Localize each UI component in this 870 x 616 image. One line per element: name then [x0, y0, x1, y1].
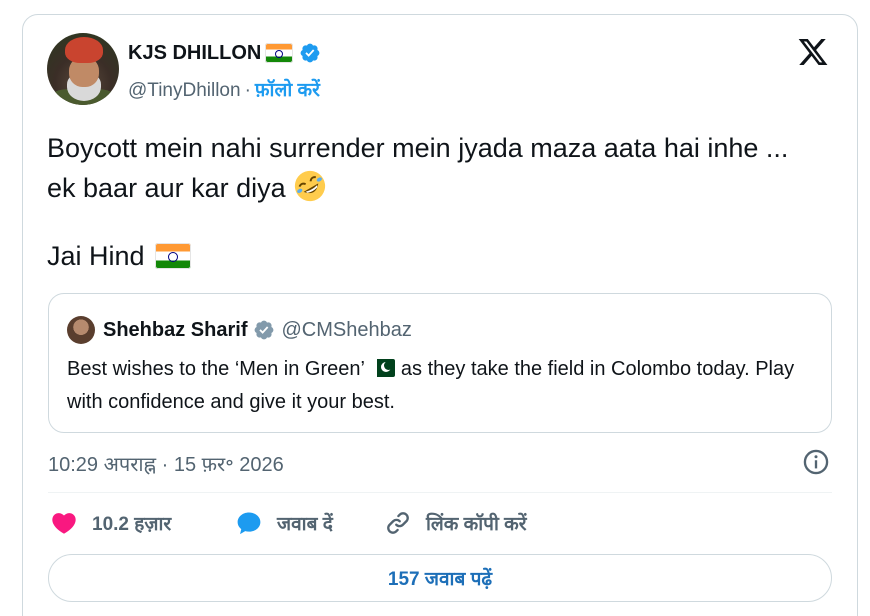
link-icon — [387, 512, 409, 534]
rolling-laughing-emoji-icon — [295, 170, 326, 202]
reply-button[interactable]: जवाब दें — [235, 508, 333, 538]
government-badge-icon — [255, 320, 274, 340]
india-flag-icon — [154, 243, 191, 269]
reply-label: जवाब दें — [277, 514, 333, 535]
heart-icon — [52, 513, 76, 534]
author-handle[interactable]: @TinyDhillon — [128, 80, 241, 101]
quoted-author-avatar[interactable] — [67, 316, 95, 344]
follow-button[interactable]: फ़ॉलो करें — [255, 80, 320, 101]
pakistan-flag-icon — [370, 359, 395, 377]
tweet-text-body: Boycott mein nahi surrender mein jyada m… — [47, 133, 789, 203]
author-display-name[interactable]: KJS DHILLON — [128, 42, 261, 65]
divider — [48, 492, 832, 493]
author-handle-row: @TinyDhillon · फ़ॉलो करें — [128, 76, 320, 102]
quoted-author-name[interactable]: Shehbaz Sharif — [103, 319, 247, 342]
copy-link-button[interactable]: लिंक कॉपी करें — [384, 508, 527, 538]
separator-dot: · — [244, 80, 251, 101]
quoted-author-row: Shehbaz Sharif @CMShehbaz — [103, 316, 412, 344]
copy-link-label: लिंक कॉपी करें — [426, 514, 527, 535]
reply-bubble-icon — [237, 512, 261, 535]
quoted-text-part1: Best wishes to the ‘Men in Green’ — [67, 358, 365, 380]
x-logo-icon[interactable] — [796, 36, 830, 68]
tweet-text: Boycott mein nahi surrender mein jyada m… — [47, 128, 807, 208]
tweet-timestamp[interactable]: 10:29 अपराह्न · 15 फ़र॰ 2026 — [48, 450, 284, 477]
info-icon[interactable] — [802, 448, 830, 476]
quoted-tweet[interactable]: Shehbaz Sharif @CMShehbaz Best wishes to… — [48, 293, 832, 433]
tweet-line-jai-hind: Jai Hind — [47, 236, 191, 276]
verified-badge-icon — [300, 43, 320, 63]
jai-hind-text: Jai Hind — [47, 241, 145, 271]
like-count: 10.2 हज़ार — [92, 514, 172, 535]
author-name-row: KJS DHILLON — [128, 40, 321, 66]
like-button[interactable]: 10.2 हज़ार — [50, 508, 171, 538]
quoted-author-handle: @CMShehbaz — [281, 318, 412, 341]
author-avatar[interactable] — [47, 33, 119, 105]
read-replies-button[interactable]: 157 जवाब पढ़ें — [48, 554, 832, 602]
india-flag-icon — [265, 43, 294, 63]
quoted-tweet-text: Best wishes to the ‘Men in Green’ as they… — [67, 353, 817, 419]
